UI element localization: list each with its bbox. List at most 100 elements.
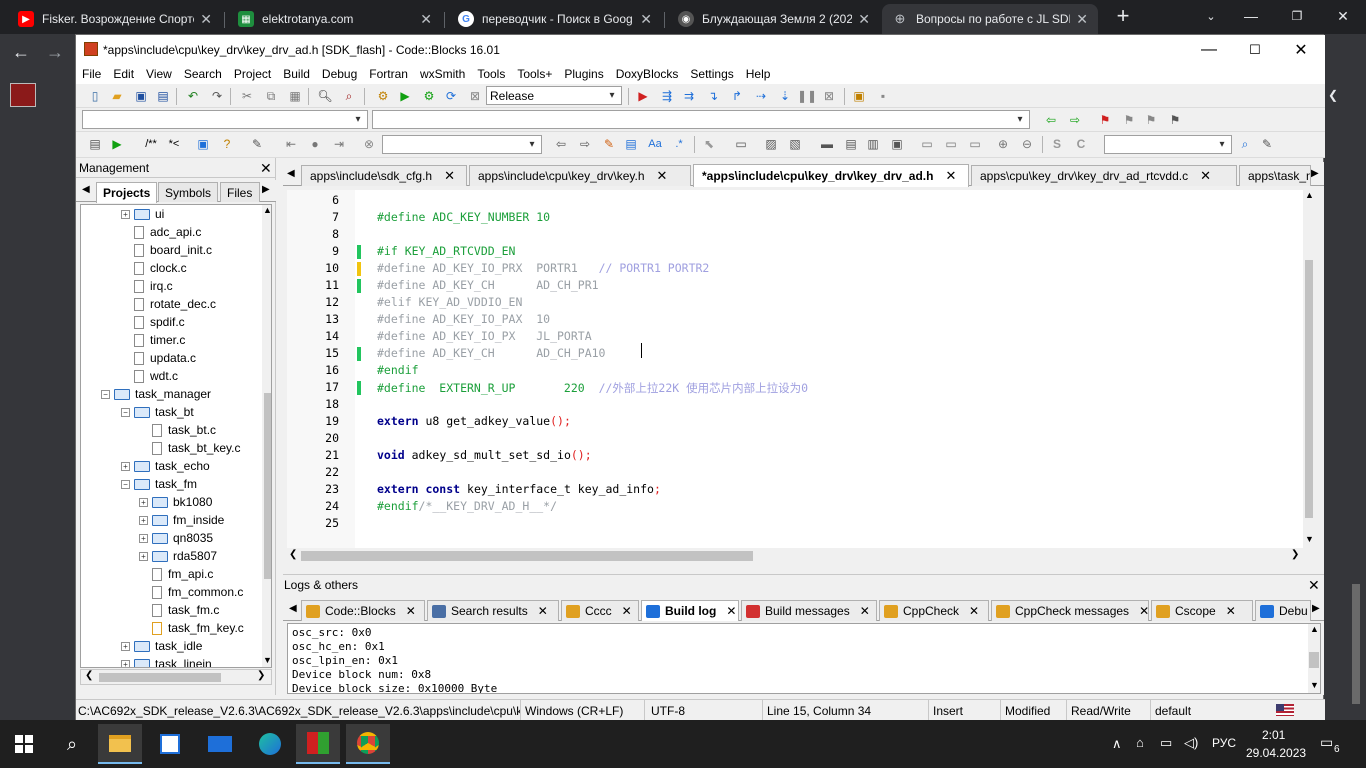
- nav-dot-icon[interactable]: ●: [306, 135, 324, 153]
- back-icon[interactable]: ←: [12, 42, 30, 63]
- menu-debug[interactable]: Debug: [316, 67, 363, 81]
- minimize-button[interactable]: —: [1186, 35, 1232, 64]
- block-comment-icon[interactable]: /**: [138, 135, 164, 153]
- chevron-up-icon[interactable]: ∧: [1112, 736, 1122, 752]
- shape-block1-icon[interactable]: ▬: [818, 135, 836, 153]
- line-comment-icon[interactable]: *<: [164, 135, 184, 153]
- close-icon[interactable]: ✕: [945, 168, 956, 184]
- zoom-out-icon[interactable]: ⊖: [1018, 135, 1036, 153]
- jump-back-icon[interactable]: ⇦: [1042, 111, 1060, 129]
- jump-forward-icon[interactable]: ⇨: [1066, 111, 1084, 129]
- function-select[interactable]: ▾: [372, 110, 1030, 129]
- incremental-search-input[interactable]: ▾: [382, 135, 542, 154]
- restore-button[interactable]: ❐: [1274, 0, 1320, 32]
- shape-rect-icon[interactable]: ▭: [732, 135, 750, 153]
- menu-search[interactable]: Search: [178, 67, 228, 81]
- collapse-icon[interactable]: −: [121, 479, 130, 489]
- thread-search-input[interactable]: ▾: [1104, 135, 1232, 154]
- zoom-in-icon[interactable]: ⊕: [994, 135, 1012, 153]
- log-tab-active[interactable]: Build log ✕: [641, 600, 739, 621]
- minimize-button[interactable]: —: [1228, 0, 1274, 32]
- run-icon[interactable]: ▶: [396, 87, 414, 105]
- menu-build[interactable]: Build: [277, 67, 316, 81]
- tree-file[interactable]: timer.c: [121, 331, 185, 349]
- open-file-icon[interactable]: ▰: [108, 87, 126, 105]
- edge-icon[interactable]: [248, 724, 292, 764]
- browser-tab[interactable]: G переводчик - Поиск в Goog ✕: [448, 4, 662, 34]
- tree-folder[interactable]: + task_linein: [121, 655, 212, 667]
- scroll-up-icon[interactable]: ▲: [263, 205, 271, 215]
- collapse-icon[interactable]: −: [121, 407, 130, 417]
- close-icon[interactable]: ✕: [1226, 604, 1236, 618]
- menu-project[interactable]: Project: [228, 67, 277, 81]
- close-icon[interactable]: ✕: [420, 11, 432, 28]
- browser-tab[interactable]: ▦ elektrotanya.com ✕: [228, 4, 442, 34]
- build-icon[interactable]: ⚙: [374, 87, 392, 105]
- bookmark-icon[interactable]: [10, 83, 36, 107]
- expand-icon[interactable]: +: [139, 533, 148, 543]
- thread-search-icon[interactable]: ⌕: [1236, 135, 1254, 153]
- log-tab[interactable]: Search results ✕: [427, 600, 559, 621]
- chevron-left-icon[interactable]: ◀: [287, 168, 295, 179]
- network-icon[interactable]: ⌂: [1136, 735, 1144, 750]
- clear-search-icon[interactable]: ⊗: [360, 135, 378, 153]
- menu-help[interactable]: Help: [740, 67, 777, 81]
- close-icon[interactable]: ✕: [1200, 168, 1211, 184]
- shape-image-icon[interactable]: ▨: [762, 135, 780, 153]
- bookmark-next-icon[interactable]: ⚑: [1142, 111, 1160, 129]
- tree-folder[interactable]: − task_fm: [121, 475, 197, 493]
- scroll-thumb[interactable]: [264, 393, 271, 579]
- volume-icon[interactable]: ◁): [1184, 735, 1198, 751]
- tab-symbols[interactable]: Symbols: [158, 182, 218, 202]
- chevron-left-icon[interactable]: ◀: [82, 184, 90, 195]
- code-scrollbar[interactable]: ▲ ▼: [1303, 190, 1315, 548]
- chevron-left-icon[interactable]: ◀: [289, 603, 297, 614]
- rebuild-icon[interactable]: ⟳: [442, 87, 460, 105]
- tree-file[interactable]: clock.c: [121, 259, 187, 277]
- close-window-button[interactable]: ✕: [1278, 35, 1324, 64]
- tree-folder[interactable]: + bk1080: [139, 493, 212, 511]
- doxy-run-icon[interactable]: ▶: [108, 135, 126, 153]
- tree-file[interactable]: task_fm.c: [139, 601, 219, 619]
- page-scrollbar[interactable]: [1352, 584, 1360, 704]
- s-icon[interactable]: S: [1048, 135, 1066, 153]
- tree-file[interactable]: adc_api.c: [121, 223, 201, 241]
- log-tab[interactable]: Cccc ✕: [561, 600, 639, 621]
- tree-file[interactable]: rotate_dec.c: [121, 295, 216, 313]
- menu-wxsmith[interactable]: wxSmith: [414, 67, 471, 81]
- menu-tools-plus[interactable]: Tools+: [511, 67, 558, 81]
- scroll-up-icon[interactable]: ▲: [1305, 190, 1314, 200]
- chrome-icon[interactable]: [346, 724, 390, 764]
- file-explorer-icon[interactable]: [98, 724, 142, 764]
- next-line-icon[interactable]: ⇉: [680, 87, 698, 105]
- scroll-left-icon[interactable]: ❮: [85, 670, 93, 681]
- chevron-left-icon[interactable]: ❮: [1328, 88, 1338, 102]
- code-view[interactable]: 6 7 8 9 10 11 12 13 14 15 16 17 18 19 20 21 22 23 24 25 #de…: [287, 190, 1315, 548]
- tree-file[interactable]: fm_common.c: [139, 583, 243, 601]
- store-icon[interactable]: [148, 724, 192, 764]
- bookmark-toggle-icon[interactable]: ⚑: [1096, 111, 1114, 129]
- bookmark-prev-icon[interactable]: ⚑: [1120, 111, 1138, 129]
- editor-tab[interactable]: apps\include\cpu\key_drv\key.h ✕: [469, 165, 691, 186]
- replace-icon[interactable]: ⌕: [340, 87, 358, 105]
- menu-tools[interactable]: Tools: [471, 67, 511, 81]
- clock-time[interactable]: 2:01: [1262, 728, 1285, 742]
- tree-folder[interactable]: + ui: [121, 205, 164, 223]
- build-log-output[interactable]: osc_src: 0x0 osc_hc_en: 0x1 osc_lpin_en: 0…: [287, 623, 1321, 694]
- tree-file[interactable]: fm_api.c: [139, 565, 213, 583]
- expand-icon[interactable]: +: [121, 659, 130, 667]
- chevron-right-icon[interactable]: ▶: [262, 184, 270, 195]
- expand-icon[interactable]: +: [139, 551, 148, 561]
- tree-file[interactable]: irq.c: [121, 277, 173, 295]
- maximize-button[interactable]: ☐: [1232, 35, 1278, 64]
- stop-debug-icon[interactable]: ⊠: [820, 87, 838, 105]
- new-file-icon[interactable]: ▯: [86, 87, 104, 105]
- bookmark-clear-icon[interactable]: ⚑: [1166, 111, 1184, 129]
- menu-doxyblocks[interactable]: DoxyBlocks: [610, 67, 685, 81]
- c-icon[interactable]: C: [1072, 135, 1090, 153]
- forward-icon[interactable]: →: [46, 42, 64, 63]
- log-tab[interactable]: Debu: [1255, 600, 1311, 621]
- scroll-thumb[interactable]: [1309, 652, 1319, 668]
- shape-block7-icon[interactable]: ▭: [966, 135, 984, 153]
- notification-icon[interactable]: ▭: [1320, 734, 1333, 751]
